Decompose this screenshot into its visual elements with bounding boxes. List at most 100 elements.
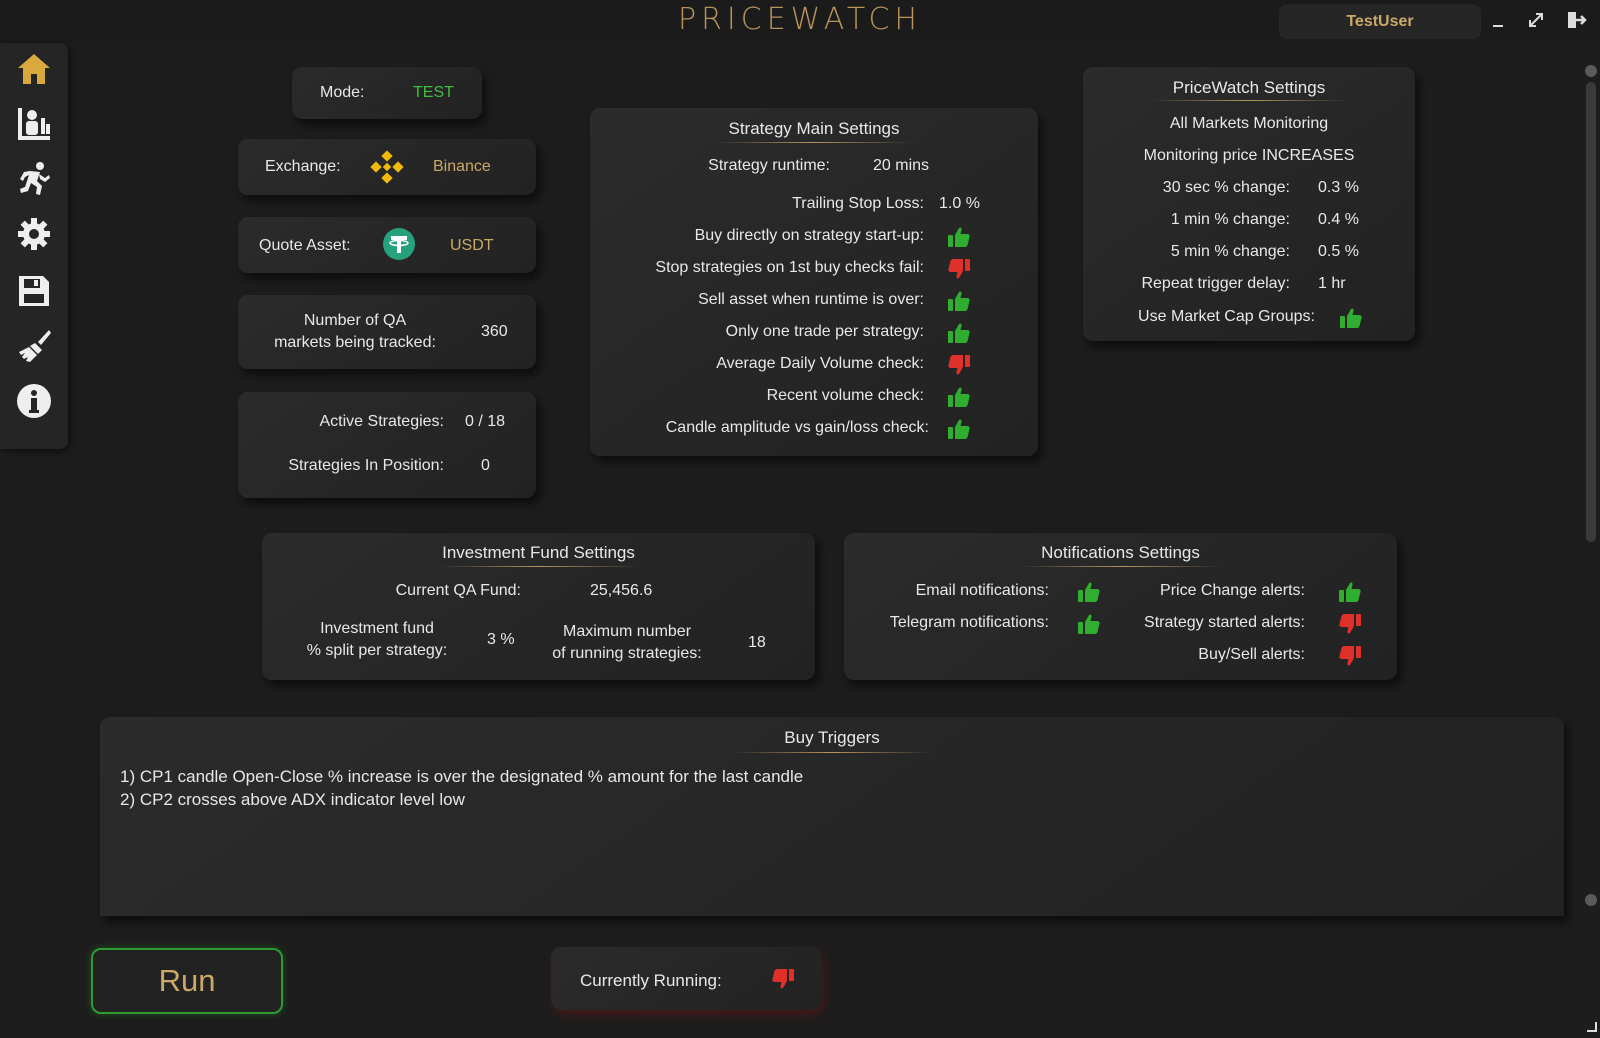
qa-fund-label: Current QA Fund: (395, 582, 521, 599)
title-underline (1149, 100, 1349, 101)
quote-asset-value: USDT (450, 237, 494, 254)
binance-icon (369, 149, 405, 190)
strategy-check-label: Buy directly on strategy start-up: (694, 227, 924, 244)
active-strategies-label: Active Strategies: (319, 413, 445, 430)
split-label-line1: Investment fund (320, 620, 434, 637)
qa-fund-value: 25,456.6 (590, 582, 653, 599)
market-cap-label: Use Market Cap Groups: (1138, 308, 1315, 325)
strategy-check-label: Recent volume check: (766, 387, 924, 404)
split-label-line2: % split per strategy: (306, 642, 448, 659)
email-notifications-label: Email notifications: (915, 582, 1049, 599)
quote-asset-label: Quote Asset: (259, 237, 351, 254)
dashboard-icon[interactable] (16, 106, 52, 142)
buy-triggers-list: 1) CP1 candle Open-Close % increase is o… (120, 765, 803, 811)
trailing-stop-value: 1.0 % (939, 195, 980, 212)
thumbs-up-icon[interactable] (947, 225, 971, 249)
quote-asset-card: Quote Asset: USDT (238, 217, 536, 273)
pricewatch-row-label: Repeat trigger delay: (1141, 275, 1290, 292)
settings-icon[interactable] (16, 216, 52, 252)
trigger-line: 1) CP1 candle Open-Close % increase is o… (120, 767, 804, 786)
email-toggle-icon[interactable] (1077, 580, 1101, 604)
monitoring-scope: All Markets Monitoring (1169, 115, 1329, 132)
telegram-notifications-label: Telegram notifications: (889, 614, 1049, 631)
notifications-title: Notifications Settings (1041, 543, 1200, 562)
max-strategies-label-line2: of running strategies: (552, 645, 702, 662)
maximize-icon[interactable] (1524, 8, 1548, 32)
pricewatch-row-value: 1 hr (1318, 275, 1346, 292)
title-underline (1021, 566, 1221, 567)
thumbs-down-icon[interactable] (947, 257, 971, 281)
clean-icon[interactable] (16, 328, 52, 364)
scrollbar[interactable] (1584, 64, 1598, 907)
pricewatch-row-value: 0.5 % (1318, 243, 1359, 260)
running-status-icon (771, 967, 795, 991)
pricewatch-row-value: 0.4 % (1318, 211, 1359, 228)
split-value: 3 % (487, 631, 515, 648)
exchange-label: Exchange: (265, 158, 341, 175)
trailing-stop-label: Trailing Stop Loss: (792, 195, 924, 212)
home-icon[interactable] (16, 51, 52, 87)
sidebar (0, 43, 68, 449)
strategy-check-label: Candle amplitude vs gain/loss check: (665, 419, 929, 436)
markets-label-line2: markets being tracked: (274, 334, 436, 351)
price-change-alerts-label: Price Change alerts: (1160, 582, 1305, 599)
pricewatch-row-value: 0.3 % (1318, 179, 1359, 196)
active-strategies-value: 0 / 18 (465, 413, 506, 430)
tether-icon (382, 227, 416, 266)
currently-running-label: Currently Running: (580, 971, 722, 990)
strategy-started-toggle-icon[interactable] (1338, 612, 1362, 636)
thumbs-up-icon[interactable] (947, 385, 971, 409)
pricewatch-row-label: 30 sec % change: (1162, 179, 1290, 196)
logout-icon[interactable] (1564, 8, 1588, 32)
max-strategies-label-line1: Maximum number (562, 623, 692, 640)
strategy-main-title: Strategy Main Settings (728, 119, 900, 138)
strategy-check-label: Only one trade per strategy: (725, 323, 924, 340)
trigger-line: 2) CP2 crosses above ADX indicator level… (120, 790, 465, 809)
minimize-icon[interactable] (1486, 8, 1510, 32)
run-button[interactable]: Run (91, 948, 283, 1014)
save-icon[interactable] (16, 273, 52, 309)
markets-card: Number of QA markets being tracked: 360 (238, 295, 536, 369)
resize-grip-icon[interactable] (1586, 1020, 1598, 1038)
mode-value: TEST (413, 84, 454, 101)
thumbs-down-icon[interactable] (947, 353, 971, 377)
currently-running-card: Currently Running: (551, 947, 821, 1010)
thumbs-up-icon[interactable] (1339, 306, 1363, 330)
pricewatch-title: PriceWatch Settings (1172, 78, 1326, 97)
title-underline (732, 752, 932, 753)
investment-title: Investment Fund Settings (442, 543, 635, 562)
investment-fund-card: Investment Fund Settings Current QA Fund… (262, 533, 815, 680)
notifications-card: Notifications Settings Email notificatio… (844, 533, 1397, 680)
buy-sell-alerts-label: Buy/Sell alerts: (1198, 646, 1305, 663)
in-position-label: Strategies In Position: (288, 457, 444, 474)
user-badge[interactable]: TestUser (1279, 4, 1481, 39)
pricewatch-row-label: 5 min % change: (1170, 243, 1290, 260)
thumbs-up-icon[interactable] (947, 321, 971, 345)
thumbs-up-icon[interactable] (947, 289, 971, 313)
exchange-card: Exchange: Binance (238, 139, 536, 195)
strategy-check-label: Sell asset when runtime is over: (698, 291, 924, 308)
title-underline (714, 142, 914, 143)
mode-card: Mode: TEST (292, 67, 482, 119)
markets-label-line1: Number of QA (303, 312, 407, 329)
in-position-value: 0 (481, 457, 490, 474)
telegram-toggle-icon[interactable] (1077, 612, 1101, 636)
title-underline (439, 566, 639, 567)
price-change-toggle-icon[interactable] (1338, 580, 1362, 604)
buy-sell-toggle-icon[interactable] (1338, 644, 1362, 668)
strategy-started-alerts-label: Strategy started alerts: (1144, 614, 1305, 631)
pricewatch-settings-card: PriceWatch Settings All Markets Monitori… (1083, 67, 1415, 341)
markets-value: 360 (481, 323, 508, 340)
thumbs-up-icon[interactable] (947, 417, 971, 441)
info-icon[interactable] (16, 383, 52, 419)
runtime-value: 20 mins (873, 157, 930, 174)
strategies-icon[interactable] (16, 161, 52, 197)
pricewatch-row-label: 1 min % change: (1170, 211, 1290, 228)
title-bar: PRICEWATCH TestUser (0, 0, 1600, 42)
max-strategies-value: 18 (748, 634, 766, 651)
exchange-value: Binance (433, 158, 491, 175)
strategy-check-label: Stop strategies on 1st buy checks fail: (655, 259, 924, 276)
strategies-card: Active Strategies: 0 / 18 Strategies In … (238, 392, 536, 498)
buy-triggers-title: Buy Triggers (784, 728, 880, 747)
mode-label: Mode: (320, 84, 365, 101)
